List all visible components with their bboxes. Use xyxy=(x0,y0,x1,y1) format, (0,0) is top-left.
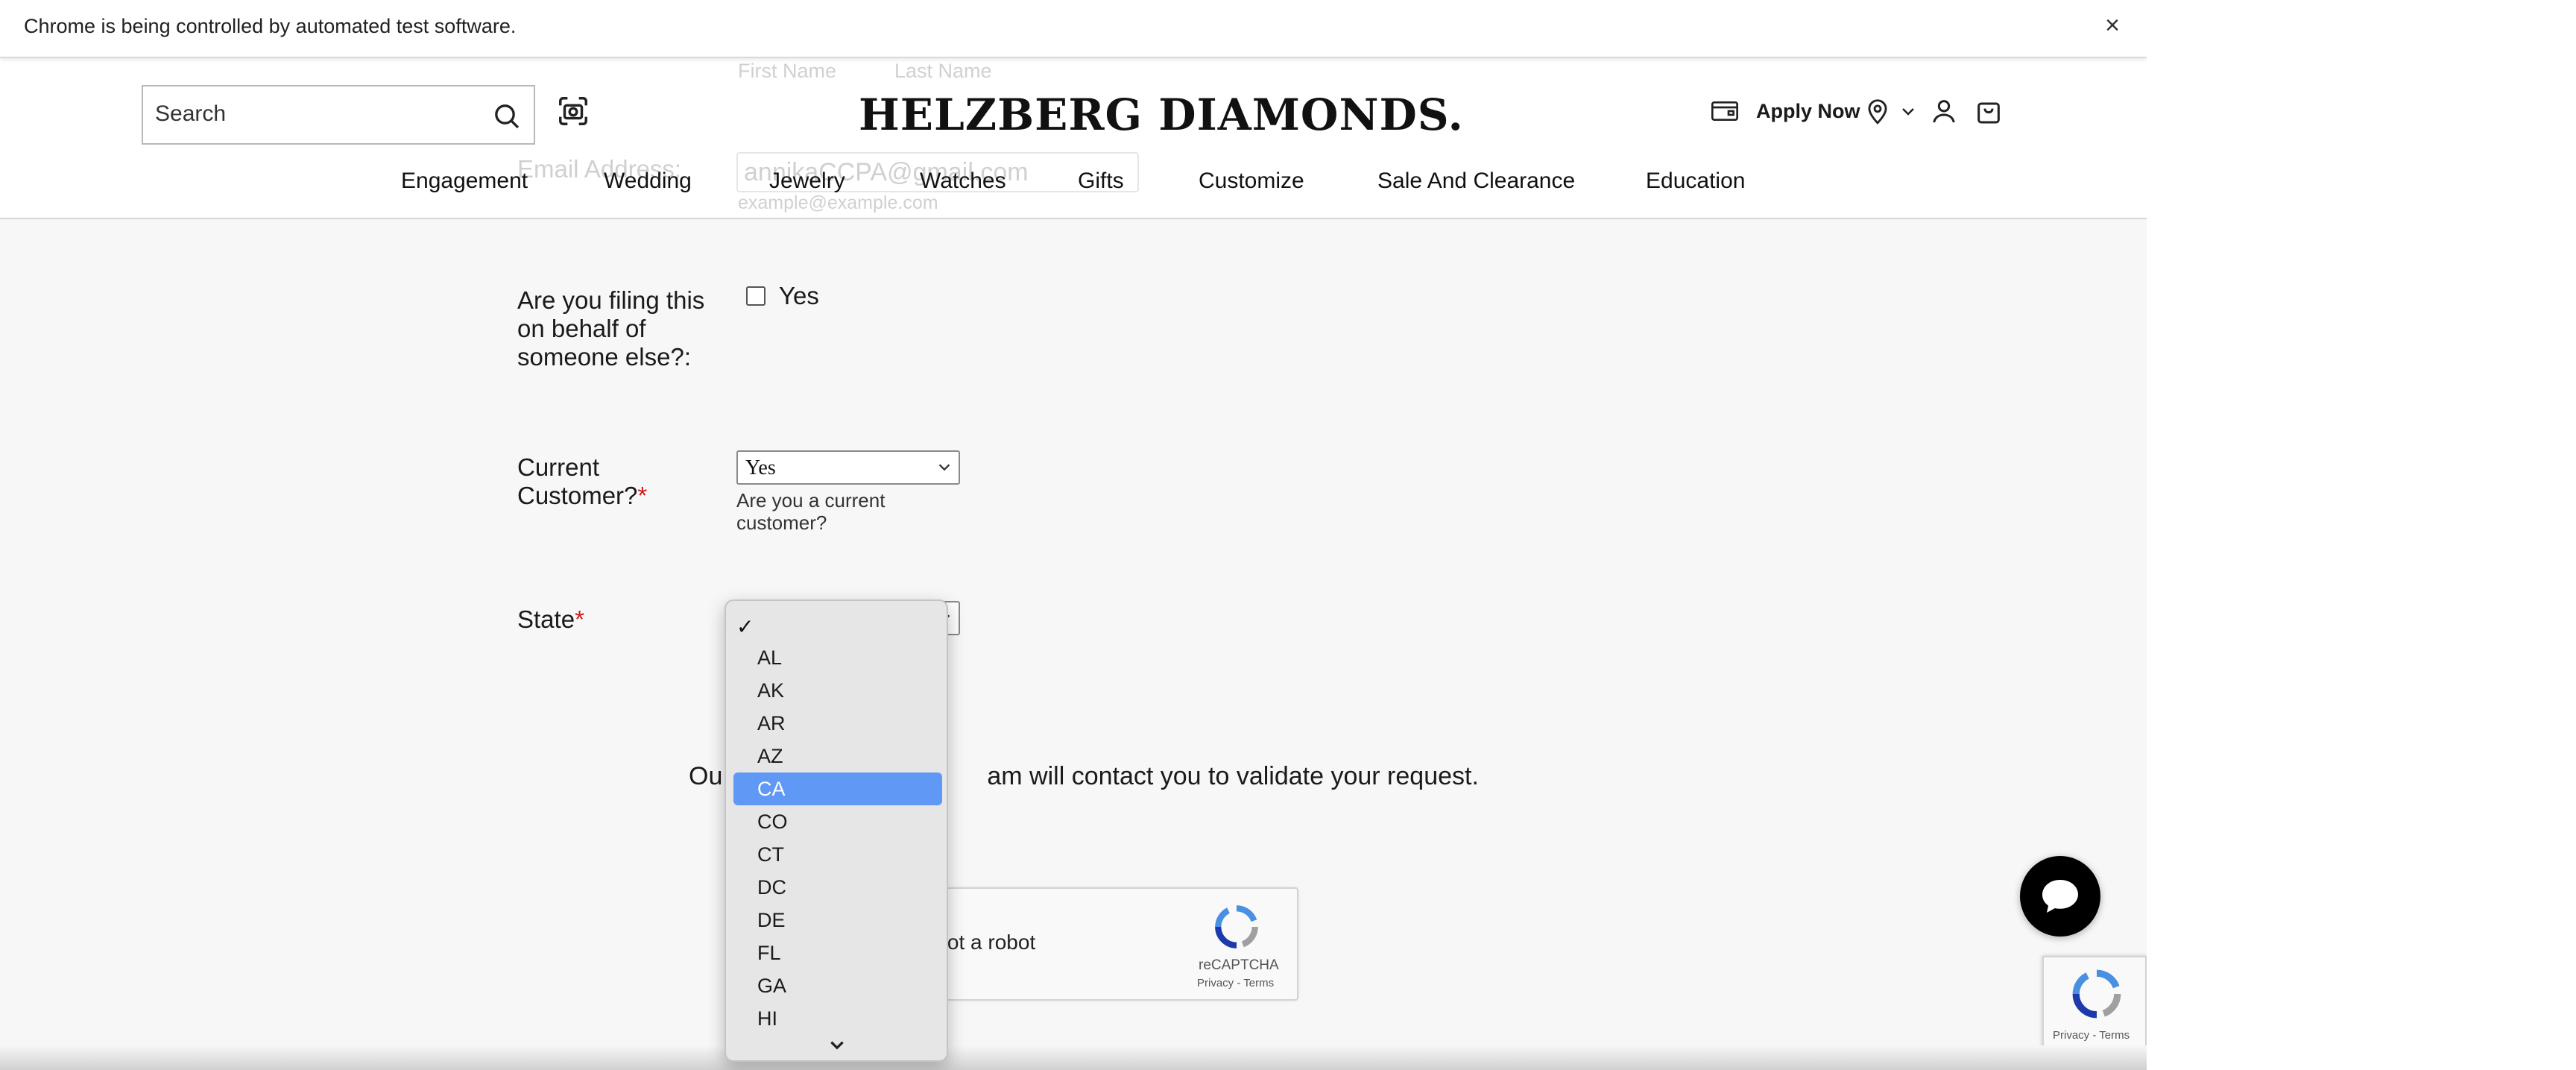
contact-message-suffix: am will contact you to validate your req… xyxy=(987,762,1479,790)
nav-watches[interactable]: Watches xyxy=(920,169,1006,194)
required-mark: * xyxy=(575,605,584,633)
state-option-ak[interactable]: AK xyxy=(733,674,942,707)
recaptcha-brand: reCAPTCHA xyxy=(1199,957,1279,973)
bottom-edge xyxy=(0,1045,2147,1070)
helzberg-logo[interactable]: HELZBERG DIAMONDS. xyxy=(859,89,1464,140)
location-pin-icon[interactable] xyxy=(1863,94,1892,128)
recaptcha-links[interactable]: Privacy - Terms xyxy=(1197,977,1274,989)
automation-infobar: Chrome is being controlled by automated … xyxy=(0,0,2147,58)
required-mark: * xyxy=(637,482,648,509)
recaptcha-badge-links[interactable]: Privacy - Terms xyxy=(2053,1029,2130,1042)
current-customer-hint: Are you a current customer? xyxy=(736,489,886,534)
checkmark-icon: ✓ xyxy=(736,615,754,638)
recaptcha-logo-icon xyxy=(1215,905,1258,948)
state-option-dc[interactable]: DC xyxy=(733,871,942,904)
state-dropdown-menu[interactable]: ✓ AL AK AR AZ CA CO CT DC DE FL GA HI xyxy=(724,599,948,1062)
nav-customize[interactable]: Customize xyxy=(1199,169,1304,194)
chat-bubble-icon xyxy=(2042,880,2078,913)
search-icon[interactable] xyxy=(492,101,522,131)
current-customer-select[interactable]: Yes xyxy=(736,450,960,485)
state-option-de[interactable]: DE xyxy=(733,904,942,937)
behalf-label: Are you filing this on behalf of someone… xyxy=(517,286,705,371)
chevron-down-icon xyxy=(938,464,950,471)
state-option-co[interactable]: CO xyxy=(733,805,942,838)
automation-message: Chrome is being controlled by automated … xyxy=(24,15,517,37)
state-option-ar[interactable]: AR xyxy=(733,707,942,740)
state-option-ca[interactable]: CA xyxy=(733,772,942,805)
recaptcha-badge[interactable]: Privacy - Terms xyxy=(2042,956,2147,1048)
site-header: First Name Last Name Email Address: anni… xyxy=(0,58,2147,219)
nav-wedding[interactable]: Wedding xyxy=(604,169,692,194)
search-input[interactable]: Search xyxy=(142,85,535,145)
state-option-fl[interactable]: FL xyxy=(733,937,942,969)
recaptcha-logo-icon xyxy=(2072,969,2121,1019)
ghost-first-name-label: First Name xyxy=(738,60,837,82)
credit-card-icon[interactable] xyxy=(1710,94,1740,128)
apply-now-link[interactable]: Apply Now xyxy=(1756,100,1860,123)
ghost-last-name-label: Last Name xyxy=(894,60,992,82)
nav-jewelry[interactable]: Jewelry xyxy=(769,169,845,194)
state-option-ct[interactable]: CT xyxy=(733,838,942,871)
behalf-checkbox[interactable] xyxy=(746,286,765,306)
scroll-down-chevron-icon[interactable] xyxy=(827,1038,847,1053)
chevron-down-icon[interactable] xyxy=(1899,103,1917,121)
current-customer-label-text: Current Customer? xyxy=(517,453,638,509)
contact-message-prefix: Ou xyxy=(689,762,723,790)
nav-sale-and-clearance[interactable]: Sale And Clearance xyxy=(1377,169,1575,194)
close-icon[interactable]: × xyxy=(2097,10,2127,40)
browser-viewport: Chrome is being controlled by automated … xyxy=(0,0,2147,1070)
chat-button[interactable] xyxy=(2020,856,2100,937)
shopping-bag-icon[interactable] xyxy=(1974,94,2004,128)
current-customer-label: Current Customer?* xyxy=(517,453,666,510)
nav-gifts[interactable]: Gifts xyxy=(1078,169,1124,194)
ghost-email-hint: example@example.com xyxy=(738,192,938,213)
visual-search-icon[interactable] xyxy=(556,94,590,128)
nav-education[interactable]: Education xyxy=(1646,169,1745,194)
state-option-az[interactable]: AZ xyxy=(733,740,942,772)
nav-engagement[interactable]: Engagement xyxy=(401,169,528,194)
state-option-al[interactable]: AL xyxy=(733,641,942,674)
state-label: State* xyxy=(517,605,584,634)
state-label-text: State xyxy=(517,605,575,633)
state-option-ga[interactable]: GA xyxy=(733,969,942,1002)
state-option-hi[interactable]: HI xyxy=(733,1002,942,1035)
behalf-checkbox-label[interactable]: Yes xyxy=(779,282,819,310)
search-placeholder: Search xyxy=(155,101,227,126)
account-icon[interactable] xyxy=(1929,94,1959,128)
current-customer-value: Yes xyxy=(745,456,776,479)
